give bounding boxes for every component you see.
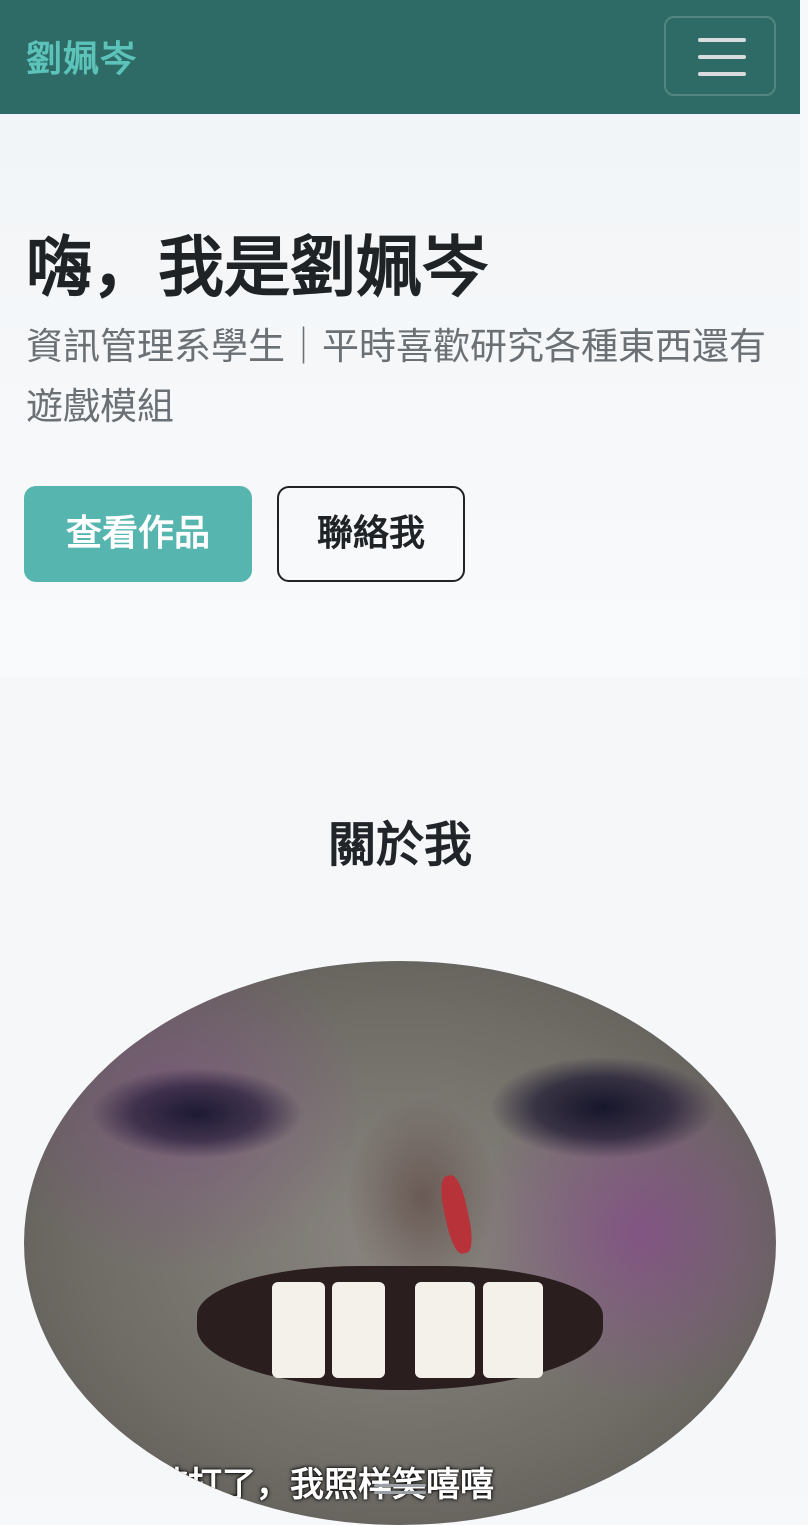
scroll-handle[interactable] (374, 1484, 426, 1498)
profile-photo: 被打了，我照样笑嘻嘻 (24, 961, 776, 1525)
about-section: 關於我 被打了，我照样笑嘻嘻 (0, 677, 808, 1525)
about-heading: 關於我 (327, 817, 472, 873)
photo-tooth-shape (332, 1282, 385, 1379)
hero-title: 嗨，我是劉姵岑 (26, 229, 488, 306)
photo-tooth-shape (482, 1282, 543, 1379)
view-works-button[interactable]: 查看作品 (24, 486, 252, 582)
brand-link[interactable]: 劉姵岑 (26, 30, 137, 82)
contact-me-button[interactable]: 聯絡我 (277, 486, 465, 582)
photo-tooth-shape (272, 1282, 325, 1379)
hero-subtitle: 資訊管理系學生｜平時喜歡研究各種東西還有遊戲模組 (26, 325, 766, 428)
photo-tooth-shape (415, 1282, 476, 1379)
navbar-toggle-button[interactable] (664, 16, 776, 96)
hero-section: 嗨，我是劉姵岑 資訊管理系學生｜平時喜歡研究各種東西還有遊戲模組 查看作品 聯絡… (0, 114, 800, 677)
photo-caption: 被打了，我照样笑嘻嘻 (154, 1465, 494, 1505)
navbar: 劉姵岑 (0, 0, 800, 114)
photo-nose-shape (437, 1173, 476, 1256)
